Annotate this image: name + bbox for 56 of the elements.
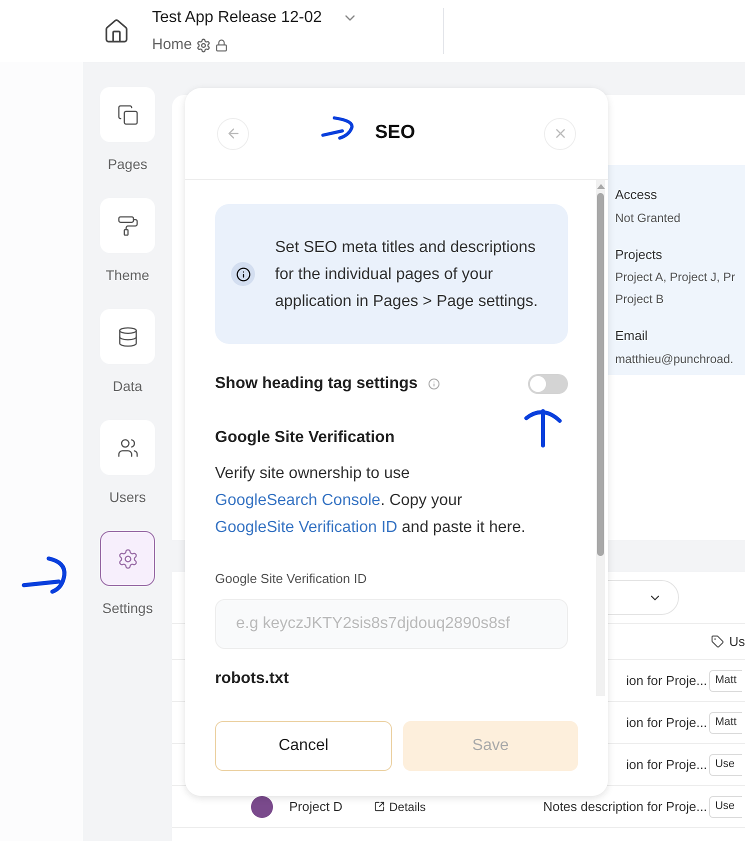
pages-icon [116, 104, 139, 126]
link[interactable]: GoogleSite Verification ID [215, 519, 398, 536]
user-tag: Matt [709, 670, 742, 692]
robots-title: robots.txt [215, 668, 289, 688]
lock-icon[interactable] [215, 38, 228, 52]
table-cell-text: Notes description for Proje... [543, 798, 708, 816]
field-value: Not Granted [615, 210, 682, 226]
dialog-title: SEO [375, 121, 416, 146]
user-tag: Use [709, 796, 742, 818]
sidebar-label: Data [112, 377, 142, 396]
field-value: Project A, Project J, Pr [615, 269, 736, 286]
sidebar-item[interactable] [100, 309, 156, 364]
tag-icon [711, 635, 724, 648]
paint-roller-icon [116, 214, 139, 236]
table-cell-text: ion for Proje... [626, 756, 708, 774]
toggle-switch[interactable] [528, 374, 568, 394]
field-label: Projects [615, 246, 664, 264]
page-name: Home [152, 34, 192, 55]
database-icon [116, 326, 139, 348]
description-text: Verify site ownership to use GoogleSearch Console. Copy your GoogleSite Verification ID and paste it here. [215, 464, 526, 538]
settings-icon[interactable] [196, 38, 212, 52]
home-icon[interactable] [103, 18, 130, 44]
details-link[interactable]: Details [389, 798, 426, 816]
user-tag: Use [709, 754, 742, 776]
sidebar-item[interactable] [100, 198, 156, 253]
sidebar-item[interactable] [100, 531, 156, 586]
field-label: Access [615, 186, 658, 204]
sidebar-item[interactable] [100, 420, 156, 475]
info-text: Set SEO meta titles and descriptions for the individual pages of your application in Pages > Page settings. [275, 238, 539, 312]
sidebar-label: Users [109, 488, 146, 507]
sidebar-label: Theme [106, 266, 150, 285]
link[interactable]: GoogleSearch Console [215, 492, 380, 509]
field-value: matthieu@punchroad. [615, 350, 734, 368]
scrollbar[interactable] [596, 180, 605, 696]
toggle-label: Show heading tag settings [215, 374, 418, 394]
table-cell-text: ion for Proje... [626, 672, 708, 690]
sidebar-item[interactable] [100, 87, 156, 142]
field-value: Project B [615, 291, 665, 308]
cancel-button[interactable]: Cancel [215, 721, 392, 771]
section-title: Google Site Verification [215, 428, 395, 448]
sidebar-label: Settings [102, 599, 153, 618]
table-cell-text: ion for Proje... [626, 714, 708, 732]
input-field[interactable]: e.g keyczJKTY2sis8s7djdouq2890s8sf [215, 598, 568, 648]
user-tag: Matt [709, 712, 742, 734]
settings-icon [116, 548, 139, 570]
info-icon [428, 378, 440, 390]
column-header: Us [729, 632, 745, 651]
info-icon [231, 262, 255, 286]
sidebar-label: Pages [108, 155, 148, 174]
app-name: Test App Release 12-02 [152, 8, 322, 28]
field-label: Google Site Verification ID [215, 570, 367, 588]
users-icon [116, 436, 139, 458]
avatar [251, 796, 274, 818]
project-name: Project D [289, 798, 344, 816]
open-icon [374, 801, 386, 812]
field-label: Email [615, 327, 649, 345]
